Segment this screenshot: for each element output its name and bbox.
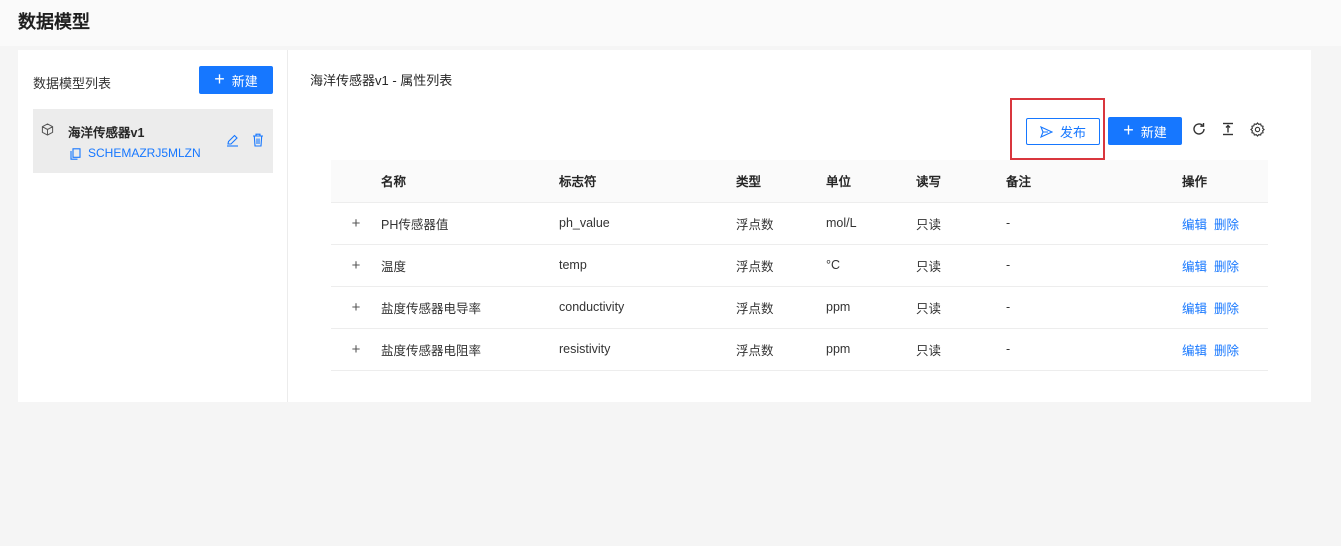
model-list-title: 数据模型列表 <box>33 76 112 91</box>
new-model-label: 新建 <box>231 73 258 89</box>
table-header-type: 类型 <box>736 160 826 203</box>
table-header-unit: 单位 <box>826 160 916 203</box>
cell-note: - <box>1006 202 1182 245</box>
cell-identifier: resistivity <box>559 328 736 371</box>
cell-type: 浮点数 <box>736 328 826 371</box>
copy-icon[interactable] <box>70 148 81 160</box>
attribute-list-title: 海洋传感器v1 - 属性列表 <box>310 73 453 88</box>
expand-row-button[interactable]: + <box>352 299 361 316</box>
expand-row-button[interactable]: + <box>352 341 361 358</box>
plus-icon: + <box>1123 120 1134 140</box>
cell-name: 盐度传感器电导率 <box>381 286 559 329</box>
cell-name: 盐度传感器电阻率 <box>381 328 559 371</box>
attribute-pane: 海洋传感器v1 - 属性列表 发布 + 新建 名称 标志符 类型 单位 读写 备… <box>288 50 1311 402</box>
expand-row-button[interactable]: + <box>352 257 361 274</box>
edit-link[interactable]: 编辑 <box>1182 218 1207 232</box>
column-height-icon[interactable] <box>1221 122 1235 136</box>
attribute-table: 名称 标志符 类型 单位 读写 备注 操作 + PH传感器值 ph_value … <box>331 160 1268 371</box>
delete-icon[interactable] <box>252 133 264 147</box>
new-attribute-button[interactable]: + 新建 <box>1108 117 1182 145</box>
delete-link[interactable]: 删除 <box>1214 344 1239 358</box>
send-icon <box>1039 125 1053 138</box>
publish-button[interactable]: 发布 <box>1026 118 1100 145</box>
table-row: + 温度 temp 浮点数 °C 只读 - 编辑 删除 <box>331 244 1268 287</box>
edit-link[interactable]: 编辑 <box>1182 344 1207 358</box>
table-header-readwrite: 读写 <box>916 160 1006 203</box>
cell-note: - <box>1006 244 1182 287</box>
model-code[interactable]: SCHEMAZRJ5MLZN <box>88 146 201 160</box>
cell-unit: mol/L <box>826 202 916 245</box>
edit-link[interactable]: 编辑 <box>1182 260 1207 274</box>
table-header-actions: 操作 <box>1182 160 1268 203</box>
cell-type: 浮点数 <box>736 244 826 287</box>
page-title: 数据模型 <box>18 12 90 32</box>
publish-label: 发布 <box>1059 125 1086 140</box>
cell-type: 浮点数 <box>736 202 826 245</box>
edit-link[interactable]: 编辑 <box>1182 302 1207 316</box>
model-name: 海洋传感器v1 <box>68 126 145 140</box>
model-list-item[interactable]: 海洋传感器v1 SCHEMAZRJ5MLZN <box>33 109 273 173</box>
cell-identifier: ph_value <box>559 202 736 245</box>
page-header: 数据模型 <box>0 0 1341 46</box>
table-row: + 盐度传感器电导率 conductivity 浮点数 ppm 只读 - 编辑删… <box>331 286 1268 329</box>
refresh-icon[interactable] <box>1192 122 1206 136</box>
cell-unit: °C <box>826 244 916 287</box>
cube-icon <box>41 123 54 136</box>
new-model-button[interactable]: + 新建 <box>199 66 273 94</box>
expand-row-button[interactable]: + <box>352 215 361 232</box>
table-header-identifier: 标志符 <box>559 160 736 203</box>
table-row: + 盐度传感器电阻率 resistivity 浮点数 ppm 只读 - 编辑 删除 <box>331 328 1268 371</box>
cell-name: 温度 <box>381 244 559 287</box>
cell-identifier: conductivity <box>559 286 736 329</box>
table-header-name: 名称 <box>381 160 559 203</box>
plus-icon: + <box>214 69 225 89</box>
cell-note: - <box>1006 286 1182 329</box>
cell-readwrite: 只读 <box>916 202 1006 245</box>
table-header-expand <box>331 160 381 203</box>
cell-name: PH传感器值 <box>381 202 559 245</box>
settings-icon[interactable] <box>1250 122 1265 137</box>
delete-link[interactable]: 删除 <box>1214 302 1239 316</box>
new-attribute-label: 新建 <box>1140 124 1167 140</box>
cell-readwrite: 只读 <box>916 286 1006 329</box>
cell-unit: ppm <box>826 328 916 371</box>
cell-note: - <box>1006 328 1182 371</box>
cell-type: 浮点数 <box>736 286 826 329</box>
main-panel: 数据模型列表 + 新建 海洋传感器v1 SCHEMAZRJ5MLZN 海洋传感器… <box>18 50 1311 402</box>
table-header-row: 名称 标志符 类型 单位 读写 备注 操作 <box>331 160 1268 203</box>
table-header-note: 备注 <box>1006 160 1182 203</box>
delete-link[interactable]: 删除 <box>1214 260 1239 274</box>
cell-unit: ppm <box>826 286 916 329</box>
table-row: + PH传感器值 ph_value 浮点数 mol/L 只读 - 编辑 删除 <box>331 202 1268 245</box>
edit-icon[interactable] <box>226 134 239 147</box>
delete-link[interactable]: 删除 <box>1214 218 1239 232</box>
model-list-pane: 数据模型列表 + 新建 海洋传感器v1 SCHEMAZRJ5MLZN <box>18 50 288 402</box>
cell-readwrite: 只读 <box>916 244 1006 287</box>
cell-readwrite: 只读 <box>916 328 1006 371</box>
cell-identifier: temp <box>559 244 736 287</box>
